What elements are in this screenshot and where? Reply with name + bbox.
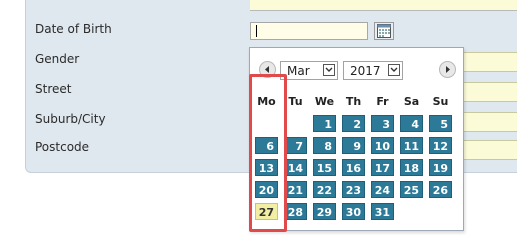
day-cell[interactable]: 22 — [313, 181, 336, 198]
weekday-tu: Tu — [288, 95, 303, 108]
day-cell[interactable]: 17 — [371, 159, 394, 176]
date-of-birth-input[interactable] — [250, 22, 368, 40]
day-cell[interactable]: 12 — [429, 137, 452, 154]
weekday-fr: Fr — [376, 95, 389, 108]
day-cell[interactable]: 10 — [371, 137, 394, 154]
month-select[interactable]: Mar — [280, 61, 338, 80]
calendar-button[interactable] — [374, 22, 394, 40]
day-cell[interactable]: 31 — [371, 203, 394, 220]
chevron-down-icon — [325, 67, 333, 72]
year-dropdown-arrow[interactable] — [388, 64, 400, 76]
street-field[interactable] — [462, 82, 517, 102]
prev-month-icon — [265, 66, 269, 73]
month-dropdown-arrow[interactable] — [323, 64, 335, 76]
year-select[interactable]: 2017 — [343, 61, 403, 80]
day-cell[interactable]: 29 — [313, 203, 336, 220]
day-cell[interactable]: 30 — [342, 203, 365, 220]
postcode-field[interactable] — [462, 140, 517, 160]
day-cell[interactable]: 5 — [429, 115, 452, 132]
label-postcode: Postcode — [35, 140, 90, 154]
monday-column-highlight — [249, 74, 287, 232]
month-value: Mar — [287, 64, 310, 78]
day-cell[interactable]: 21 — [284, 181, 307, 198]
day-cell[interactable]: 4 — [400, 115, 423, 132]
day-cell[interactable]: 16 — [342, 159, 365, 176]
next-month-button[interactable] — [439, 61, 456, 78]
day-cell[interactable]: 25 — [400, 181, 423, 198]
calendar-icon — [377, 24, 391, 38]
previous-field[interactable] — [250, 0, 517, 11]
day-cell[interactable]: 8 — [313, 137, 336, 154]
day-cell[interactable]: 1 — [313, 115, 336, 132]
day-cell[interactable]: 11 — [400, 137, 423, 154]
weekday-we: We — [314, 95, 335, 108]
day-cell[interactable]: 15 — [313, 159, 336, 176]
weekday-su: Su — [432, 95, 449, 108]
gender-field[interactable] — [462, 52, 517, 72]
label-gender: Gender — [35, 52, 80, 66]
day-cell[interactable]: 23 — [342, 181, 365, 198]
day-cell[interactable]: 3 — [371, 115, 394, 132]
day-cell[interactable]: 7 — [284, 137, 307, 154]
weekday-th: Th — [345, 95, 362, 108]
chevron-down-icon — [390, 67, 398, 72]
text-cursor — [256, 25, 257, 37]
day-cell[interactable]: 19 — [429, 159, 452, 176]
day-cell[interactable]: 24 — [371, 181, 394, 198]
day-cell[interactable]: 26 — [429, 181, 452, 198]
day-cell[interactable]: 9 — [342, 137, 365, 154]
day-cell[interactable]: 2 — [342, 115, 365, 132]
day-cell[interactable]: 18 — [400, 159, 423, 176]
day-cell[interactable]: 28 — [284, 203, 307, 220]
label-suburb-city: Suburb/City — [35, 112, 106, 126]
day-cell[interactable]: 14 — [284, 159, 307, 176]
next-month-icon — [446, 66, 450, 73]
suburb-city-field[interactable] — [462, 112, 517, 132]
weekday-sa: Sa — [403, 95, 420, 108]
label-street: Street — [35, 82, 72, 96]
year-value: 2017 — [350, 64, 381, 78]
label-date-of-birth: Date of Birth — [35, 22, 112, 36]
